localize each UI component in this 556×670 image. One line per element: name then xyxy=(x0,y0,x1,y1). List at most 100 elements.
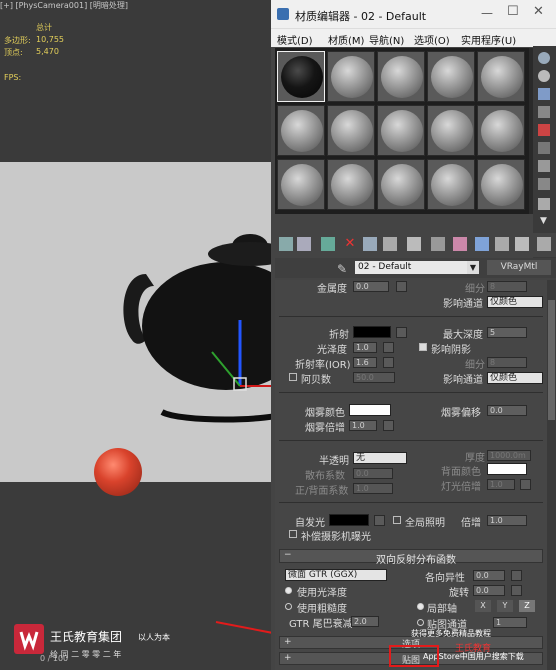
material-type-button[interactable]: VRayMtl xyxy=(487,260,551,275)
gtr-spinner[interactable]: 2.0 xyxy=(351,616,379,627)
axis-x-button[interactable]: X xyxy=(475,600,491,612)
select-by-material-icon[interactable] xyxy=(538,178,550,190)
show-end-result-icon[interactable] xyxy=(475,237,489,251)
scrollbar-thumb[interactable] xyxy=(548,300,555,420)
brdf-rollout-header[interactable]: − 双向反射分布函数 xyxy=(279,549,543,566)
menu-mode[interactable]: 模式(D) xyxy=(277,32,313,47)
translucency-dropdown[interactable]: 无 xyxy=(353,452,407,464)
subdiv-spinner[interactable]: 8 xyxy=(487,281,527,292)
material-slot[interactable] xyxy=(327,51,375,102)
material-slot[interactable] xyxy=(427,159,475,210)
menu-material[interactable]: 材质(M) xyxy=(328,32,364,47)
material-slot[interactable] xyxy=(327,159,375,210)
minimize-button[interactable]: — xyxy=(481,6,493,20)
material-slot[interactable] xyxy=(377,51,425,102)
ior-map-button[interactable] xyxy=(383,357,394,368)
material-slot[interactable] xyxy=(477,159,525,210)
material-name-field[interactable]: 02 - Default xyxy=(355,261,467,274)
material-slot[interactable] xyxy=(377,159,425,210)
viewport-3d[interactable]: [+] [PhysCamera001] [明暗处理] 总计 多边形: 10,75… xyxy=(0,0,272,670)
sample-type-icon[interactable] xyxy=(538,52,550,64)
material-slot[interactable] xyxy=(277,159,325,210)
video-color-check-icon[interactable] xyxy=(538,124,550,136)
gi-checkbox[interactable] xyxy=(393,516,401,524)
abbe-spinner[interactable]: 50.0 xyxy=(353,372,395,383)
menu-navigation[interactable]: 导航(N) xyxy=(369,32,404,47)
glossiness-spinner[interactable]: 1.0 xyxy=(353,342,377,353)
rotation-map-button[interactable] xyxy=(511,585,522,596)
rotation-spinner[interactable]: 0.0 xyxy=(473,585,505,596)
back-color-swatch[interactable] xyxy=(487,463,527,475)
affect-channels-dropdown[interactable]: 仅颜色 xyxy=(487,296,543,308)
material-slot[interactable] xyxy=(477,105,525,156)
go-forward-sibling-icon[interactable] xyxy=(515,237,529,251)
material-slot[interactable] xyxy=(327,105,375,156)
material-slot[interactable] xyxy=(377,105,425,156)
axis-z-button[interactable]: Z xyxy=(519,600,535,612)
scroll-down-icon[interactable]: ▼ xyxy=(540,216,547,226)
go-to-parent-icon[interactable] xyxy=(495,237,509,251)
brdf-type-dropdown[interactable]: 微面 GTR (GGX) xyxy=(285,569,387,581)
rollout-scrollbar[interactable] xyxy=(547,280,556,670)
put-to-library-icon[interactable] xyxy=(407,237,421,251)
map-channel-radio[interactable] xyxy=(417,619,424,626)
make-unique-icon[interactable] xyxy=(383,237,397,251)
material-map-navigator-icon[interactable] xyxy=(537,237,551,251)
put-to-scene-icon[interactable] xyxy=(297,237,311,251)
get-material-icon[interactable] xyxy=(279,237,293,251)
abbe-checkbox[interactable] xyxy=(289,373,297,381)
menu-options[interactable]: 选项(O) xyxy=(414,32,450,47)
subdiv2-spinner[interactable]: 8 xyxy=(487,357,527,368)
material-id-channel-icon[interactable] xyxy=(431,237,445,251)
make-preview-icon[interactable] xyxy=(538,142,550,154)
backlight-icon[interactable] xyxy=(538,70,550,82)
show-map-icon[interactable] xyxy=(453,237,467,251)
title-bar[interactable]: 材质编辑器 - 02 - Default — ☐ ✕ xyxy=(271,0,556,28)
use-rough-radio[interactable] xyxy=(285,603,292,610)
copy-material-icon[interactable] xyxy=(363,237,377,251)
chevron-down-icon[interactable]: ▼ xyxy=(467,261,479,274)
map-channel-spinner[interactable]: 1 xyxy=(493,617,527,628)
mult-spinner[interactable]: 1.0 xyxy=(487,515,527,526)
thickness-spinner[interactable]: 1000.0m xyxy=(487,450,531,461)
max-depth-spinner[interactable]: 5 xyxy=(487,327,527,338)
material-slot[interactable] xyxy=(477,51,525,102)
light-mult-spinner[interactable]: 1.0 xyxy=(487,479,515,490)
scatter-spinner[interactable]: 0.0 xyxy=(353,468,393,479)
reset-map-icon[interactable]: ✕ xyxy=(343,237,357,251)
local-axis-radio[interactable] xyxy=(417,603,424,610)
options-icon[interactable] xyxy=(538,160,550,172)
glossiness-map-button[interactable] xyxy=(383,342,394,353)
refraction-color-swatch[interactable] xyxy=(353,326,391,338)
refraction-map-button[interactable] xyxy=(396,327,407,338)
assign-to-selection-icon[interactable] xyxy=(321,237,335,251)
material-slot[interactable] xyxy=(427,105,475,156)
use-gloss-radio[interactable] xyxy=(285,587,292,594)
comp-exposure-checkbox[interactable] xyxy=(289,530,297,538)
fog-mult-spinner[interactable]: 1.0 xyxy=(349,420,377,431)
affect-channels2-dropdown[interactable]: 仅颜色 xyxy=(487,372,543,384)
sphere-object[interactable] xyxy=(94,448,142,496)
transform-gizmo[interactable] xyxy=(200,300,272,410)
front-back-spinner[interactable]: 1.0 xyxy=(353,483,393,494)
background-icon[interactable] xyxy=(538,88,550,100)
material-slot[interactable] xyxy=(277,105,325,156)
self-illum-color-swatch[interactable] xyxy=(329,514,369,526)
eyedropper-icon[interactable]: ✎ xyxy=(337,262,347,276)
material-navigator-icon[interactable] xyxy=(538,198,550,210)
ior-spinner[interactable]: 1.6 xyxy=(353,357,377,368)
uv-tiling-icon[interactable] xyxy=(538,106,550,118)
light-mult-map-button[interactable] xyxy=(520,479,531,490)
maximize-button[interactable]: ☐ xyxy=(507,4,519,19)
anisotropy-map-button[interactable] xyxy=(511,570,522,581)
fog-bias-spinner[interactable]: 0.0 xyxy=(487,405,527,416)
material-slot[interactable] xyxy=(427,51,475,102)
self-illum-map-button[interactable] xyxy=(374,515,385,526)
fog-color-swatch[interactable] xyxy=(349,404,391,416)
material-slot[interactable] xyxy=(277,51,325,102)
metalness-spinner[interactable]: 0.0 xyxy=(353,281,389,292)
axis-y-button[interactable]: Y xyxy=(497,600,513,612)
menu-utilities[interactable]: 实用程序(U) xyxy=(461,32,516,47)
viewport-label[interactable]: [+] [PhysCamera001] [明暗处理] xyxy=(0,0,128,11)
material-editor-window[interactable]: 材质编辑器 - 02 - Default — ☐ ✕ 模式(D) 材质(M) 导… xyxy=(271,0,556,670)
